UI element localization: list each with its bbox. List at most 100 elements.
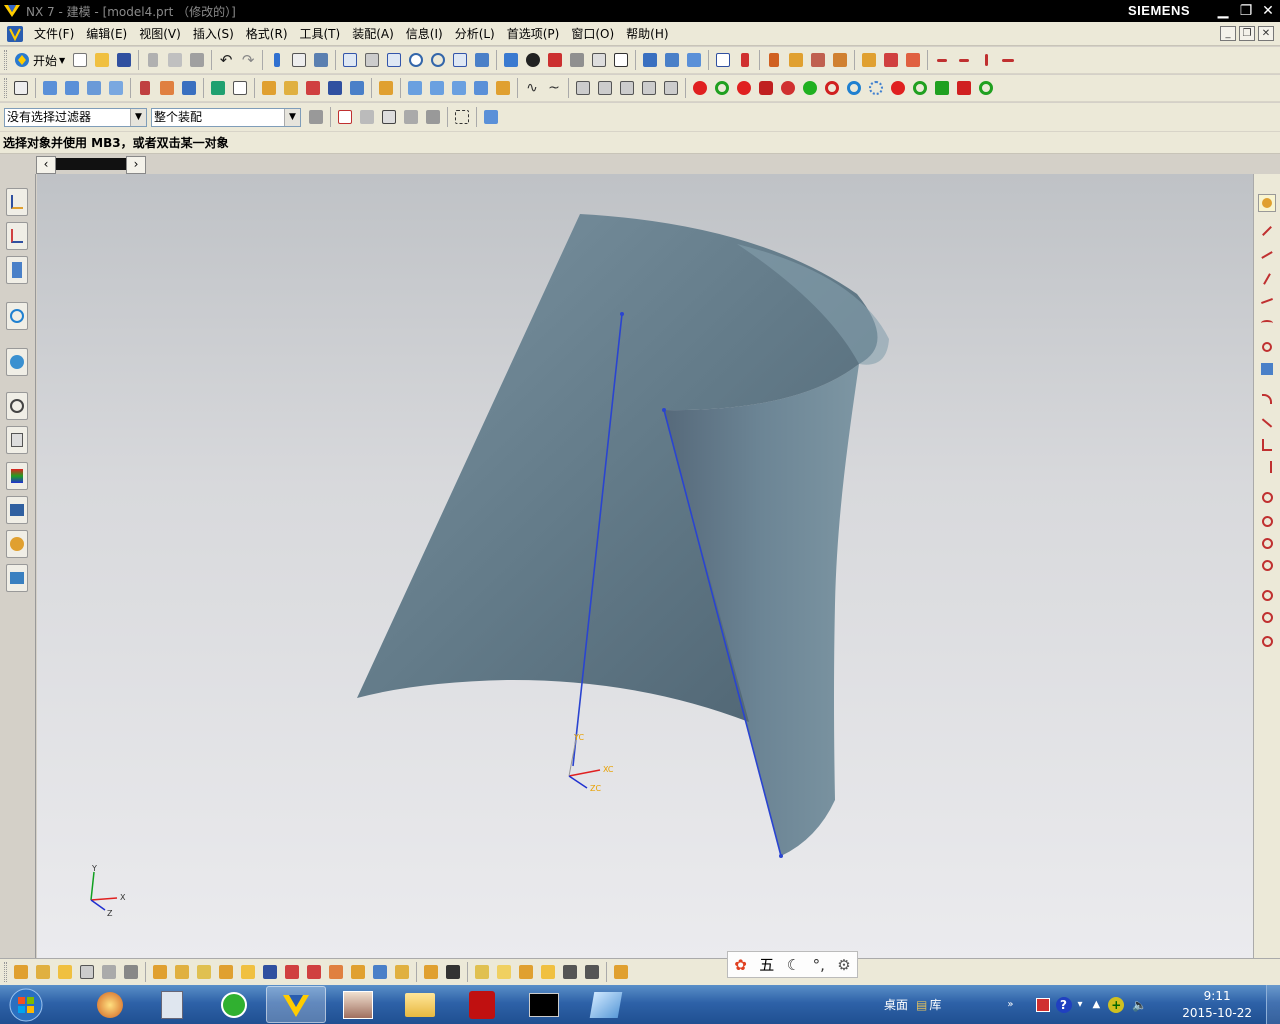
trim-curve-icon[interactable]	[1258, 436, 1276, 454]
wave-geometry-icon[interactable]	[11, 962, 31, 982]
rotate-icon[interactable]	[428, 50, 448, 70]
circle-tool-icon[interactable]	[1258, 338, 1276, 356]
make-tangent-icon[interactable]	[516, 962, 536, 982]
process-studio-icon[interactable]	[6, 462, 28, 490]
shaded-icon[interactable]	[501, 50, 521, 70]
join-curve-icon[interactable]	[661, 78, 681, 98]
select-feature-icon[interactable]	[357, 107, 377, 127]
model-surface[interactable]: XC YC ZC Y X Z	[37, 174, 1253, 958]
ime-moon-icon[interactable]: ☾	[787, 956, 800, 974]
doc-minimize-button[interactable]: _	[1220, 26, 1236, 41]
taskbar-photo-app[interactable]	[328, 986, 388, 1023]
menu-insert[interactable]: 插入(S)	[187, 25, 240, 42]
history-icon[interactable]	[6, 392, 28, 420]
part-navigator-icon[interactable]	[6, 256, 28, 284]
circle-center-icon[interactable]	[1258, 488, 1276, 506]
menu-help[interactable]: 帮助(H)	[620, 25, 674, 42]
restore-button[interactable]: ❐	[1236, 2, 1256, 20]
close-button[interactable]: ✕	[1258, 2, 1278, 20]
mirror-icon[interactable]	[260, 962, 280, 982]
component-icon[interactable]	[881, 50, 901, 70]
layer-green-icon[interactable]	[712, 78, 732, 98]
perspective-icon[interactable]	[472, 50, 492, 70]
point-tool-icon[interactable]	[1258, 360, 1276, 378]
sketch-icon[interactable]	[267, 50, 287, 70]
open-file-icon[interactable]	[92, 50, 112, 70]
taskbar-paint-app[interactable]	[80, 986, 140, 1023]
windows-start-orb[interactable]	[6, 986, 46, 1024]
measure-distance-icon[interactable]	[764, 50, 784, 70]
layer-star-icon[interactable]	[734, 78, 754, 98]
toolbar-grip[interactable]	[4, 962, 7, 982]
paste-face-icon[interactable]	[326, 962, 346, 982]
taskbar-acrobat-app[interactable]	[452, 986, 512, 1023]
taskbar-explorer-app[interactable]	[390, 986, 450, 1023]
hole-icon[interactable]	[135, 78, 155, 98]
funnel-red-icon[interactable]	[954, 78, 974, 98]
toolbar-grip[interactable]	[4, 50, 7, 70]
select-icon[interactable]	[713, 50, 733, 70]
system-materials-icon[interactable]	[6, 426, 28, 454]
constrain-face-icon[interactable]	[443, 962, 463, 982]
offset-surface-icon[interactable]	[493, 78, 513, 98]
show-desktop-button[interactable]	[1266, 985, 1280, 1024]
cross-target-icon[interactable]	[976, 78, 996, 98]
trim-icon[interactable]	[976, 50, 996, 70]
datum-icon[interactable]	[55, 962, 75, 982]
tab-next-button[interactable]: ›	[126, 156, 146, 174]
sphere-green-icon[interactable]	[800, 78, 820, 98]
magnifier-icon[interactable]	[406, 50, 426, 70]
speaker-icon[interactable]: 🔈	[1132, 998, 1147, 1012]
undo-icon[interactable]: ↶	[216, 50, 236, 70]
menu-format[interactable]: 格式(R)	[240, 25, 294, 42]
sweep-icon[interactable]	[84, 78, 104, 98]
instance-icon[interactable]	[121, 962, 141, 982]
bridge-curve-icon[interactable]	[639, 78, 659, 98]
display-mode-icon[interactable]	[523, 50, 543, 70]
zoom-icon[interactable]	[362, 50, 382, 70]
measure-angle-icon[interactable]	[786, 50, 806, 70]
roles-icon[interactable]	[6, 530, 28, 558]
doc-restore-button[interactable]: ❐	[1239, 26, 1255, 41]
menu-file[interactable]: 文件(F)	[28, 25, 80, 42]
intersect-curve-icon[interactable]	[595, 78, 615, 98]
ellipse-icon[interactable]	[1258, 586, 1276, 604]
menu-information[interactable]: 信息(I)	[400, 25, 449, 42]
system-scene-icon[interactable]	[6, 564, 28, 592]
menu-preferences[interactable]: 首选项(P)	[501, 25, 566, 42]
pattern-icon[interactable]	[347, 78, 367, 98]
rectangle-select-icon[interactable]	[452, 107, 472, 127]
taskbar-notepad-app[interactable]	[576, 986, 636, 1023]
redo-icon[interactable]: ↷	[238, 50, 258, 70]
swept-surface-icon[interactable]	[449, 78, 469, 98]
select-face-icon[interactable]	[423, 107, 443, 127]
delete-face-icon[interactable]	[216, 962, 236, 982]
menu-view[interactable]: 视图(V)	[133, 25, 187, 42]
block-icon[interactable]	[179, 78, 199, 98]
draft-icon[interactable]	[325, 78, 345, 98]
extend-curve-icon[interactable]	[1258, 458, 1276, 476]
taskbar-calculator-app[interactable]	[142, 986, 202, 1023]
parabola-icon[interactable]	[1258, 608, 1276, 626]
tray-network-icon[interactable]: +	[1108, 996, 1125, 1013]
tray-expand-icon[interactable]: »	[1007, 999, 1013, 1010]
tray-desktop-toolbar[interactable]: 桌面	[884, 996, 908, 1013]
taskbar-sync-app[interactable]	[204, 986, 264, 1023]
constraint-navigator-icon[interactable]	[6, 222, 28, 250]
reuse-library-icon[interactable]	[6, 302, 28, 330]
trim-body-icon[interactable]	[376, 78, 396, 98]
fillet-curve-icon[interactable]	[1258, 390, 1276, 408]
extrude-icon[interactable]	[40, 78, 60, 98]
edge-blend-icon[interactable]	[259, 78, 279, 98]
wcs-dynamic-icon[interactable]	[662, 50, 682, 70]
torus-icon[interactable]	[822, 78, 842, 98]
line-tool-icon[interactable]	[1258, 222, 1276, 240]
corner-icon[interactable]	[998, 50, 1018, 70]
curve-analysis-icon[interactable]	[830, 50, 850, 70]
tray-picture-icon[interactable]	[1035, 997, 1050, 1012]
type-filter-dropdown[interactable]: 没有选择过滤器 ▼	[4, 107, 147, 127]
pan-icon[interactable]	[450, 50, 470, 70]
blob-red-icon[interactable]	[888, 78, 908, 98]
circle-3pt-icon[interactable]	[1258, 512, 1276, 530]
offset-face-icon[interactable]	[172, 962, 192, 982]
